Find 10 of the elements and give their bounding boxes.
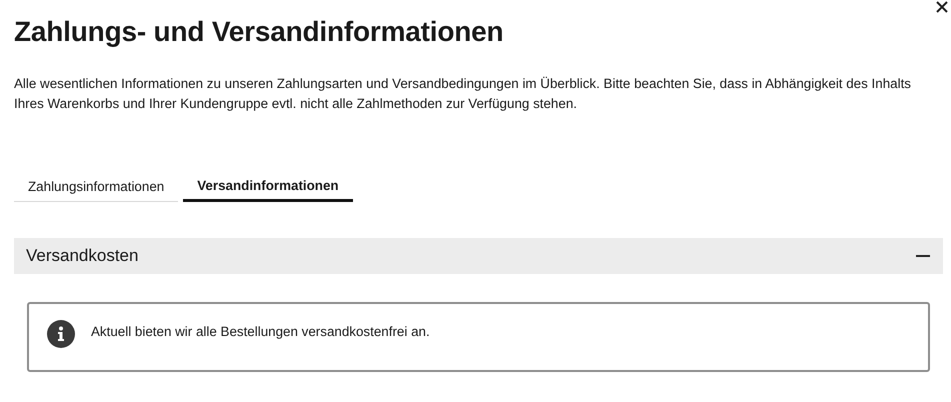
dialog-title: Zahlungs- und Versandinformationen bbox=[14, 15, 504, 49]
tab[interactable]: Versandinformationen bbox=[183, 172, 353, 202]
accordion-header[interactable]: Versandkosten bbox=[14, 238, 943, 274]
notice-text: Aktuell bieten wir alle Bestellungen versandkostenfrei an. bbox=[91, 323, 430, 341]
info-icon bbox=[47, 320, 75, 348]
accordion-title: Versandkosten bbox=[26, 246, 138, 266]
tab[interactable]: Zahlungsinformationen bbox=[14, 172, 178, 202]
close-button[interactable] bbox=[935, 0, 949, 14]
close-icon bbox=[935, 0, 949, 14]
intro-text: Alle wesentlichen Informationen zu unseren Zahlungsarten und Versandbedingungen im Überblick. Bitte beachten Sie, dass in Abhängigkeit des Inhalts Ihres Warenkorbs und Ihrer Kundengruppe evtl. nicht alle Zahlmethoden zur Verfügung stehen. bbox=[14, 75, 912, 113]
